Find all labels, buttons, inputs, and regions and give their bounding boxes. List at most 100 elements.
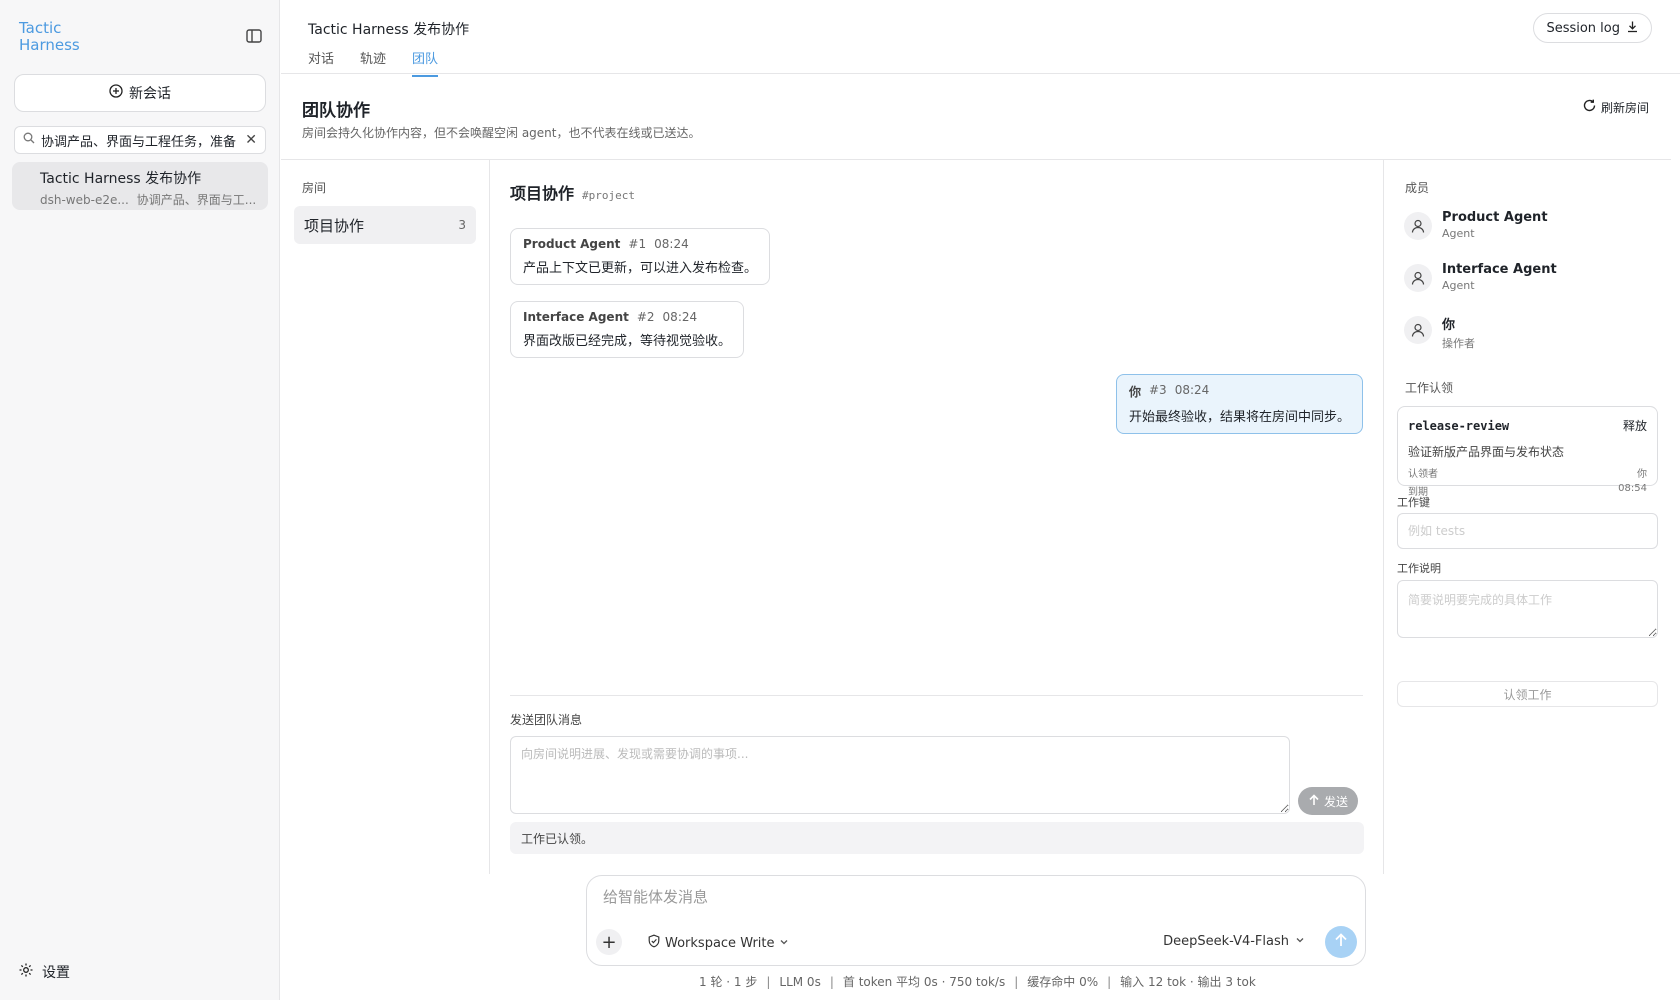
agent-message-input[interactable]: [603, 888, 1303, 906]
message-seq: #1: [628, 237, 647, 251]
member-name: Product Agent: [1442, 210, 1548, 225]
message-author: Product Agent: [523, 237, 621, 251]
work-desc-label: 工作说明: [1397, 562, 1441, 575]
stat-llm-time: LLM 0s: [779, 975, 821, 989]
stat-separator: |: [1014, 975, 1019, 989]
session-search: ✕: [14, 126, 266, 154]
stat-turns: 1 轮 · 1 步: [699, 975, 758, 989]
message-text: 界面改版已经完成，等待视觉验收。: [523, 334, 732, 349]
rooms-label: 房间: [302, 181, 327, 195]
tab-team[interactable]: 团队: [412, 48, 439, 77]
new-chat-button[interactable]: 新会话: [14, 74, 266, 112]
message-time: 08:24: [654, 237, 689, 251]
room-item[interactable]: 项目协作 3: [294, 206, 476, 244]
rooms-panel: 房间 项目协作 3: [281, 160, 490, 874]
tab-chat[interactable]: 对话: [308, 48, 334, 77]
arrow-up-icon: [1333, 932, 1349, 952]
message-seq: #2: [636, 310, 655, 324]
sidebar: Tactic Harness 新会话 ✕ Tactic Harness 发布协作…: [0, 0, 280, 1000]
chevron-down-icon: [779, 936, 789, 951]
top-header: Tactic Harness 发布协作 对话 轨迹 团队 Session log: [281, 0, 1680, 77]
page-title: Tactic Harness 发布协作: [308, 22, 470, 38]
room-message-count: 3: [458, 218, 466, 232]
session-log-button[interactable]: Session log: [1533, 13, 1652, 43]
team-description: 房间会持久化协作内容，但不会唤醒空闲 agent，也不代表在线或已送达。: [302, 126, 701, 140]
claim-key: release-review: [1408, 418, 1510, 433]
claim-claimant-row: 认领者 你: [1408, 465, 1647, 480]
user-icon: [1404, 212, 1432, 240]
team-section-header: 团队协作 房间会持久化协作内容，但不会唤醒空闲 agent，也不代表在线或已送达…: [281, 74, 1671, 160]
member-role: 操作者: [1442, 337, 1475, 350]
user-icon: [1404, 316, 1432, 344]
mode-select[interactable]: Workspace Write: [647, 934, 789, 952]
submit-message-button[interactable]: [1325, 926, 1357, 958]
message-time: 08:24: [1174, 383, 1210, 397]
claimant-label: 认领者: [1408, 469, 1438, 480]
claims-label: 工作认领: [1405, 381, 1454, 395]
divider: [510, 695, 1363, 696]
work-key-input[interactable]: [1397, 513, 1658, 549]
clear-search-icon[interactable]: ✕: [245, 132, 257, 148]
sidebar-toggle-icon[interactable]: [244, 26, 264, 46]
settings-button[interactable]: 设置: [18, 962, 70, 982]
message-author: Interface Agent: [523, 310, 629, 324]
refresh-label: 刷新房间: [1600, 100, 1649, 115]
plus-circle-icon: [109, 84, 123, 102]
member-item: Product Agent Agent: [1404, 210, 1548, 240]
message-meta: Interface Agent #2 08:24: [523, 310, 731, 324]
status-message: 工作已认领。: [510, 822, 1364, 854]
member-name: 你: [1442, 318, 1456, 333]
stat-separator: |: [829, 975, 834, 989]
due-value: 08:54: [1618, 483, 1647, 494]
release-claim-button[interactable]: 释放: [1623, 417, 1647, 434]
refresh-rooms-button[interactable]: 刷新房间: [1582, 98, 1649, 116]
claimant-value: 你: [1637, 469, 1647, 480]
stat-separator: |: [1107, 975, 1112, 989]
team-message-input[interactable]: [510, 736, 1290, 814]
tab-trace[interactable]: 轨迹: [360, 48, 386, 77]
member-role: Agent: [1442, 279, 1475, 292]
members-label: 成员: [1405, 181, 1430, 195]
send-team-message-button[interactable]: 发送: [1298, 787, 1359, 815]
room-name: 项目协作: [304, 216, 365, 235]
download-icon: [1626, 20, 1639, 37]
room-title: 项目协作: [510, 184, 575, 203]
run-stats: 1 轮 · 1 步 | LLM 0s | 首 token 平均 0s · 750 tok…: [699, 973, 1256, 990]
attach-plus-icon[interactable]: +: [596, 929, 622, 955]
session-preview: 协调产品、界面与工...: [136, 193, 257, 207]
settings-label: 设置: [42, 965, 70, 981]
logo-line-2: Harness: [19, 36, 80, 54]
compose-label: 发送团队消息: [510, 713, 583, 727]
model-select[interactable]: DeepSeek-V4-Flash: [1163, 934, 1305, 949]
member-role: Agent: [1442, 227, 1475, 240]
model-label: DeepSeek-V4-Flash: [1163, 934, 1289, 949]
shield-icon: [647, 934, 661, 952]
stat-first-token: 首 token 平均 0s · 750 tok/s: [842, 975, 1006, 989]
work-desc-input[interactable]: [1397, 580, 1658, 638]
work-key-label: 工作键: [1397, 496, 1430, 509]
session-subtitle: dsh-web-e2e... 协调产品、界面与工...: [40, 191, 268, 208]
stat-separator: |: [766, 975, 771, 989]
member-item: Interface Agent Agent: [1404, 262, 1557, 292]
message-text: 开始最终验收，结果将在房间中同步。: [1128, 410, 1350, 425]
room-chat-panel: 项目协作 #project Product Agent #1 08:24 产品上…: [490, 160, 1384, 874]
session-id: dsh-web-e2e...: [40, 193, 129, 207]
app-logo[interactable]: Tactic Harness: [19, 20, 80, 54]
search-input[interactable]: [41, 132, 240, 148]
chat-message: Interface Agent #2 08:24 界面改版已经完成，等待视觉验收…: [510, 301, 745, 358]
room-handle: #project: [582, 189, 635, 202]
message-author: 你: [1128, 385, 1141, 399]
message-time: 08:24: [662, 310, 698, 324]
logo-line-1: Tactic: [19, 19, 62, 37]
user-icon: [1404, 264, 1432, 292]
chat-message: Product Agent #1 08:24 产品上下文已更新，可以进入发布检查…: [510, 228, 771, 285]
session-item[interactable]: Tactic Harness 发布协作 dsh-web-e2e... 协调产品、界…: [12, 162, 268, 210]
mode-label: Workspace Write: [665, 935, 775, 951]
new-chat-label: 新会话: [129, 86, 171, 102]
session-title: Tactic Harness 发布协作: [40, 171, 202, 187]
claim-work-button[interactable]: 认领工作: [1397, 681, 1658, 707]
members-panel: 成员 Product Agent Agent Interface Agent A…: [1384, 160, 1671, 874]
message-meta: 你 #3 08:24: [1129, 383, 1350, 400]
view-tabs: 对话 轨迹 团队: [308, 48, 439, 77]
message-text: 产品上下文已更新，可以进入发布检查。: [523, 261, 758, 276]
